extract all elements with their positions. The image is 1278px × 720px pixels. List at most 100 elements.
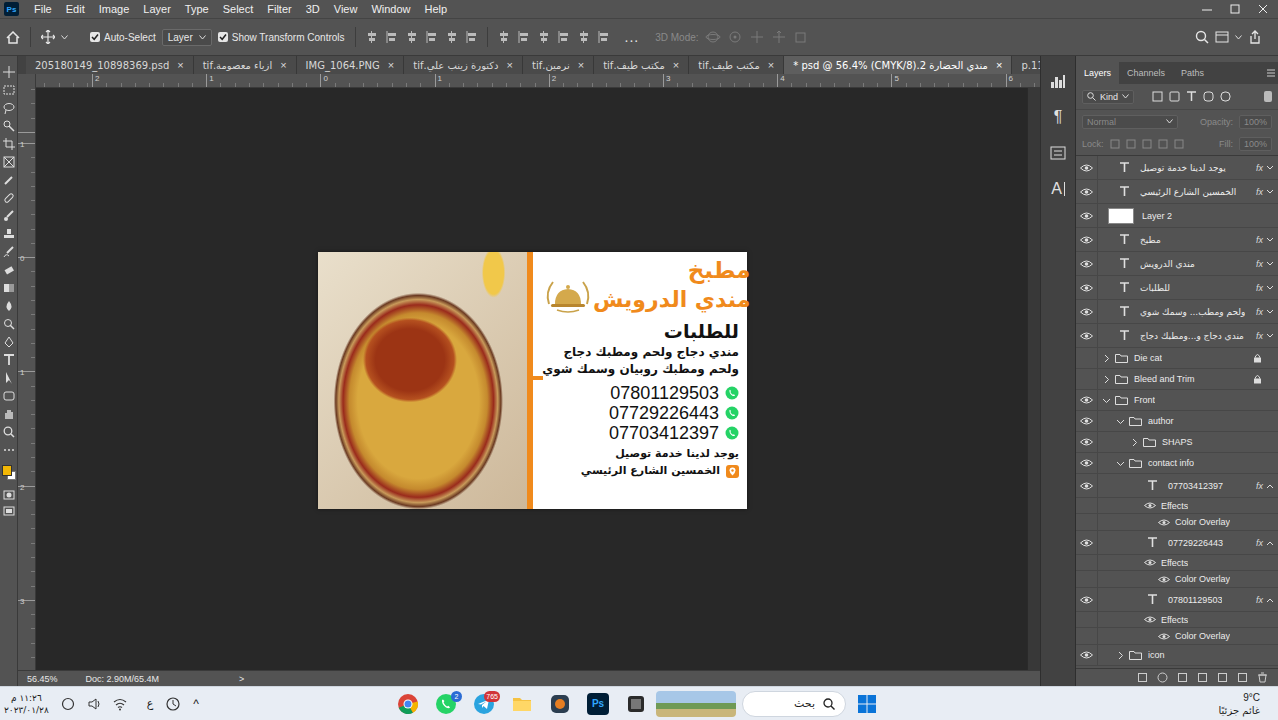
tab-close-button[interactable]: × — [996, 59, 1002, 71]
panel-tab[interactable]: Layers — [1076, 62, 1119, 84]
search-icon[interactable] — [1195, 30, 1209, 44]
layer-row[interactable]: Bleed and Trim — [1076, 369, 1278, 390]
visibility-toggle[interactable] — [1076, 453, 1098, 473]
layer-effects-badge[interactable]: fx — [1256, 595, 1274, 605]
type-tool-icon[interactable] — [3, 354, 15, 366]
menu-item[interactable]: Filter — [260, 3, 298, 15]
effect-row[interactable]: Color Overlay — [1076, 571, 1278, 588]
horizontal-align-icon[interactable] — [538, 31, 549, 43]
transform-controls-checkbox-box[interactable] — [218, 32, 228, 42]
crop-tool-icon[interactable] — [3, 138, 15, 150]
visibility-toggle[interactable] — [1076, 180, 1098, 203]
effect-row[interactable]: Effects — [1076, 612, 1278, 628]
effect-row[interactable]: Color Overlay — [1076, 628, 1278, 645]
horizontal-align-icon[interactable] — [498, 31, 509, 43]
effect-row[interactable]: Effects — [1076, 498, 1278, 514]
expand-effects-icon[interactable] — [1266, 261, 1274, 267]
layer-effects-badge[interactable]: fx — [1256, 235, 1274, 245]
frame-tool-icon[interactable] — [3, 156, 15, 168]
layer-effects-badge[interactable]: fx — [1256, 259, 1274, 269]
collapse-effects-icon[interactable] — [1266, 540, 1274, 546]
path-select-tool-icon[interactable] — [3, 372, 15, 384]
vertical-align-icon[interactable] — [366, 31, 377, 43]
visibility-toggle[interactable] — [1076, 348, 1098, 368]
filter-kind-dropdown[interactable]: Kind — [1082, 90, 1134, 104]
weather-widget[interactable]: 9°Cغائم جزئيًا — [880, 687, 1278, 720]
horizontal-align-icon[interactable] — [518, 31, 529, 43]
files-app[interactable] — [504, 688, 540, 720]
brush-tool-icon[interactable] — [3, 210, 15, 222]
layer-effects-badge[interactable]: fx — [1256, 163, 1274, 173]
layer-effects-badge[interactable]: fx — [1256, 481, 1274, 491]
visibility-toggle[interactable] — [1076, 156, 1098, 179]
menu-item[interactable]: Layer — [136, 3, 178, 15]
app-logo[interactable]: Ps — [4, 2, 19, 16]
new-group-icon[interactable] — [1217, 672, 1228, 683]
expand-effects-icon[interactable] — [1266, 237, 1274, 243]
layer-row[interactable]: مطبخfx — [1076, 228, 1278, 252]
maximize-icon[interactable] — [1230, 4, 1240, 14]
paragraph-panel-button[interactable]: ¶ — [1047, 106, 1069, 128]
visibility-toggle[interactable] — [1076, 474, 1098, 497]
smart-object-filter-icon[interactable] — [1220, 91, 1231, 102]
document-tab[interactable]: دكتورة زينب علي.tif× — [404, 56, 523, 74]
expanded-arrow-icon[interactable] — [1116, 417, 1125, 426]
vertical-align-icon[interactable] — [446, 31, 457, 43]
dodge-tool-icon[interactable] — [3, 318, 15, 330]
tab-close-button[interactable]: × — [507, 59, 513, 71]
new-layer-icon[interactable] — [1237, 672, 1248, 683]
layer-row[interactable]: للطلباتfx — [1076, 276, 1278, 300]
document-tab[interactable]: نرمين.tif× — [523, 56, 594, 74]
document-tab[interactable]: مكتب طيف.tif× — [594, 56, 689, 74]
layer-effects-badge[interactable]: fx — [1256, 187, 1274, 197]
panel-menu-icon[interactable] — [1264, 62, 1278, 84]
menu-item[interactable]: Help — [418, 3, 455, 15]
filter-toggle-icon[interactable] — [1264, 91, 1272, 102]
visibility-toggle[interactable] — [1076, 411, 1098, 431]
more-options-button[interactable]: ... — [625, 29, 640, 45]
expand-effects-icon[interactable] — [1266, 333, 1274, 339]
collapsed-arrow-icon[interactable] — [1102, 375, 1111, 384]
layer-row[interactable]: author — [1076, 411, 1278, 432]
history-brush-tool-icon[interactable] — [3, 246, 15, 258]
eraser-tool-icon[interactable] — [3, 264, 15, 276]
tab-close-button[interactable]: × — [280, 59, 286, 71]
notification-icon[interactable] — [61, 697, 75, 711]
document-tab[interactable]: مكتب طيف.tif× — [689, 56, 784, 74]
quick-select-tool-icon[interactable] — [3, 120, 15, 132]
tab-close-button[interactable]: × — [768, 59, 774, 71]
character-panel-button[interactable]: A — [1047, 178, 1069, 200]
screen-mode-icon[interactable] — [3, 506, 15, 516]
layer-row[interactable]: يوجد لدينا خدمة توصيلfx — [1076, 156, 1278, 180]
properties-icon[interactable] — [1050, 145, 1066, 161]
news-widget[interactable] — [656, 691, 736, 717]
visibility-toggle[interactable] — [1076, 276, 1098, 299]
visibility-toggle[interactable] — [1076, 369, 1098, 389]
delete-layer-icon[interactable] — [1257, 672, 1268, 683]
menu-item[interactable]: Edit — [59, 3, 92, 15]
horizontal-align-icon[interactable] — [578, 31, 589, 43]
whatsapp-app[interactable]: 2 — [428, 688, 464, 720]
layer-row[interactable]: 07801129503fx — [1076, 588, 1278, 612]
stamp-tool-icon[interactable] — [3, 228, 15, 240]
effect-row[interactable]: Color Overlay — [1076, 514, 1278, 531]
add-mask-icon[interactable] — [1177, 672, 1188, 683]
foreground-color-swatch[interactable] — [2, 465, 12, 476]
color-swatches[interactable] — [2, 462, 16, 484]
workspace-icon[interactable] — [1215, 31, 1229, 43]
marquee-tool-icon[interactable] — [3, 84, 15, 96]
tab-close-button[interactable]: × — [388, 59, 394, 71]
document-tab[interactable]: IMG_1064.PNG× — [297, 56, 405, 74]
panel-tab[interactable]: Channels — [1119, 62, 1173, 84]
type-filter-icon[interactable] — [1186, 91, 1197, 102]
visibility-toggle[interactable] — [1076, 531, 1098, 554]
transform-controls-checkbox[interactable]: Show Transform Controls — [218, 32, 345, 43]
photoshop-app[interactable]: Ps — [580, 688, 616, 720]
menu-item[interactable]: Window — [364, 3, 417, 15]
layer-effects-badge[interactable]: fx — [1256, 331, 1274, 341]
layer-row[interactable]: 07703412397fx — [1076, 474, 1278, 498]
document-tab[interactable]: ازياء معصومة.tif× — [194, 56, 297, 74]
visibility-toggle[interactable] — [1076, 645, 1098, 665]
layer-row[interactable]: ولحم ومطب... وسمك شويfx — [1076, 300, 1278, 324]
menu-item[interactable]: File — [27, 3, 59, 15]
